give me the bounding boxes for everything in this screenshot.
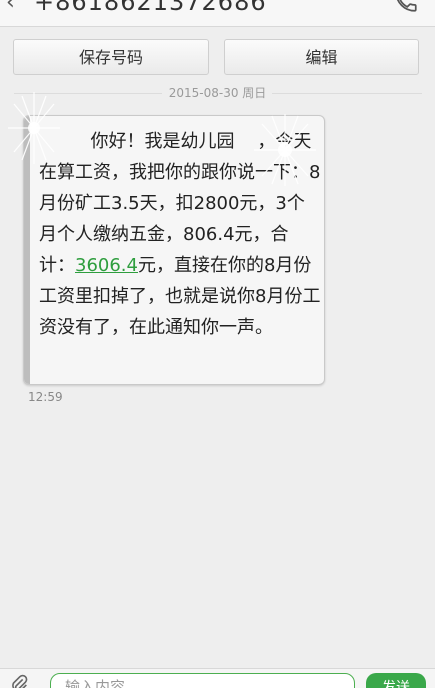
paperclip-icon[interactable] [8, 673, 30, 688]
date-separator: 2015-08-30 周日 [0, 84, 435, 102]
message-bubble[interactable]: 你好！我是幼儿园 ，今天在算工资，我把你的跟你说一下：8月份矿工3.5天，扣28… [23, 115, 325, 385]
conversation-date: 2015-08-30 周日 [168, 86, 267, 100]
message-time: 12:59 [28, 390, 63, 404]
top-bar: ‹ +8618621372686 [0, 0, 435, 27]
message-text: 你好！我是幼儿园 ，今天在算工资，我把你的跟你说一下：8月份矿工3.5天，扣28… [39, 126, 321, 343]
contact-phone-number: +8618621372686 [34, 0, 267, 16]
edit-button[interactable]: 编辑 [224, 39, 419, 75]
divider [14, 93, 162, 94]
amount-link[interactable]: 3606.4 [75, 255, 138, 276]
save-number-button[interactable]: 保存号码 [13, 39, 209, 75]
divider [272, 93, 422, 94]
bubble-accent-bar [24, 116, 30, 384]
phone-icon[interactable] [393, 0, 419, 14]
send-button[interactable]: 发送 [366, 673, 426, 688]
chevron-left-icon[interactable]: ‹ [6, 0, 15, 18]
message-input[interactable]: 输入内容 [50, 673, 355, 688]
message-text-part: 你好！我是幼儿园 [90, 131, 235, 152]
composer-bar: 输入内容 发送 [0, 668, 435, 688]
